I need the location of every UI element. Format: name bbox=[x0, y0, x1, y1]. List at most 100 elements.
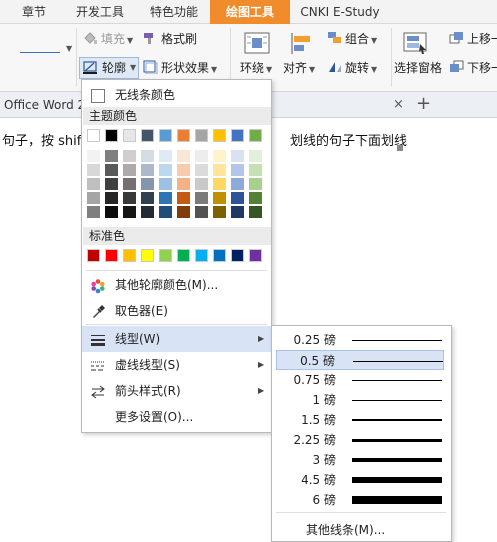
standard-color-swatch[interactable] bbox=[249, 249, 262, 262]
line-weight-option[interactable]: 4.5 磅 bbox=[276, 470, 444, 490]
fill-button[interactable]: 填充 ▼ bbox=[101, 29, 133, 49]
standard-color-swatch[interactable] bbox=[159, 249, 172, 262]
theme-shade-swatch[interactable] bbox=[159, 150, 172, 162]
theme-color-swatch[interactable] bbox=[177, 129, 190, 142]
tab-special-features[interactable]: 特色功能 bbox=[140, 0, 208, 24]
theme-shade-swatch[interactable] bbox=[249, 164, 262, 176]
theme-shade-swatch[interactable] bbox=[105, 192, 118, 204]
theme-shade-swatch[interactable] bbox=[105, 164, 118, 176]
standard-color-swatch[interactable] bbox=[105, 249, 118, 262]
theme-shade-swatch[interactable] bbox=[231, 192, 244, 204]
theme-color-swatch[interactable] bbox=[123, 129, 136, 142]
theme-shade-swatch[interactable] bbox=[213, 192, 226, 204]
theme-shade-swatch[interactable] bbox=[105, 178, 118, 190]
theme-shade-swatch[interactable] bbox=[213, 150, 226, 162]
standard-color-swatch[interactable] bbox=[195, 249, 208, 262]
eyedropper-item[interactable]: 取色器(E) bbox=[82, 298, 271, 324]
arrow-style-item[interactable]: 箭头样式(R) ▶ bbox=[82, 378, 271, 404]
theme-shade-swatch[interactable] bbox=[231, 206, 244, 218]
theme-shade-swatch[interactable] bbox=[87, 150, 100, 162]
line-weight-option[interactable]: 1.5 磅 bbox=[276, 410, 444, 430]
theme-shade-swatch[interactable] bbox=[141, 164, 154, 176]
theme-shade-swatch[interactable] bbox=[159, 178, 172, 190]
theme-shade-swatch[interactable] bbox=[159, 164, 172, 176]
theme-shade-swatch[interactable] bbox=[105, 150, 118, 162]
theme-shade-swatch[interactable] bbox=[123, 150, 136, 162]
format-brush-button[interactable]: 格式刷 bbox=[161, 29, 197, 49]
theme-color-swatch[interactable] bbox=[249, 129, 262, 142]
theme-shade-swatch[interactable] bbox=[105, 206, 118, 218]
theme-color-swatch[interactable] bbox=[105, 129, 118, 142]
theme-shade-swatch[interactable] bbox=[195, 164, 208, 176]
standard-color-swatch[interactable] bbox=[141, 249, 154, 262]
more-lines-item[interactable]: 其他线条(M)... bbox=[306, 522, 385, 538]
theme-shade-swatch[interactable] bbox=[177, 206, 190, 218]
theme-color-swatch[interactable] bbox=[231, 129, 244, 142]
theme-shade-swatch[interactable] bbox=[123, 192, 136, 204]
theme-shade-swatch[interactable] bbox=[177, 192, 190, 204]
theme-shade-swatch[interactable] bbox=[231, 178, 244, 190]
theme-shade-swatch[interactable] bbox=[249, 178, 262, 190]
group-button[interactable]: 组合 ▼ bbox=[345, 29, 377, 49]
theme-shade-swatch[interactable] bbox=[123, 206, 136, 218]
theme-shade-swatch[interactable] bbox=[195, 192, 208, 204]
theme-shade-swatch[interactable] bbox=[141, 206, 154, 218]
theme-shade-swatch[interactable] bbox=[123, 178, 136, 190]
line-weight-option[interactable]: 0.25 磅 bbox=[276, 330, 444, 350]
theme-shade-swatch[interactable] bbox=[231, 150, 244, 162]
theme-color-swatch[interactable] bbox=[213, 129, 226, 142]
new-tab-icon[interactable]: + bbox=[416, 92, 431, 116]
no-line-color-item[interactable]: 无线条颜色 bbox=[82, 82, 271, 108]
theme-color-swatch[interactable] bbox=[141, 129, 154, 142]
line-weight-option[interactable]: 2.25 磅 bbox=[276, 430, 444, 450]
theme-shade-swatch[interactable] bbox=[213, 206, 226, 218]
theme-shade-swatch[interactable] bbox=[87, 178, 100, 190]
theme-shade-swatch[interactable] bbox=[87, 192, 100, 204]
theme-shade-swatch[interactable] bbox=[213, 164, 226, 176]
theme-shade-swatch[interactable] bbox=[249, 206, 262, 218]
close-icon[interactable]: × bbox=[393, 92, 404, 118]
standard-color-swatch[interactable] bbox=[123, 249, 136, 262]
standard-color-swatch[interactable] bbox=[213, 249, 226, 262]
tab-cnki-estudy[interactable]: CNKI E-Study bbox=[292, 0, 388, 24]
theme-shade-swatch[interactable] bbox=[141, 150, 154, 162]
standard-color-swatch[interactable] bbox=[177, 249, 190, 262]
line-type-item[interactable]: 线型(W) ▶ bbox=[82, 326, 271, 352]
more-settings-item[interactable]: 更多设置(O)... bbox=[82, 404, 271, 430]
more-outline-colors-item[interactable]: 其他轮廓颜色(M)... bbox=[82, 272, 271, 298]
theme-color-swatch[interactable] bbox=[159, 129, 172, 142]
dash-type-item[interactable]: 虚线线型(S) ▶ bbox=[82, 352, 271, 378]
theme-shade-swatch[interactable] bbox=[249, 150, 262, 162]
theme-shade-swatch[interactable] bbox=[123, 164, 136, 176]
theme-shade-swatch[interactable] bbox=[141, 192, 154, 204]
standard-color-swatch[interactable] bbox=[87, 249, 100, 262]
theme-color-swatch[interactable] bbox=[195, 129, 208, 142]
selection-pane-button[interactable]: 选择窗格 bbox=[394, 58, 442, 78]
theme-shade-swatch[interactable] bbox=[213, 178, 226, 190]
bring-forward-button[interactable]: 上移一 bbox=[467, 29, 497, 49]
rotate-button[interactable]: 旋转 ▼ bbox=[345, 58, 377, 78]
theme-shade-swatch[interactable] bbox=[249, 192, 262, 204]
theme-shade-swatch[interactable] bbox=[159, 192, 172, 204]
outline-button[interactable]: 轮廓 ▼ bbox=[79, 57, 139, 79]
standard-color-swatch[interactable] bbox=[231, 249, 244, 262]
theme-shade-swatch[interactable] bbox=[141, 178, 154, 190]
align-button[interactable]: 对齐 ▼ bbox=[283, 58, 315, 78]
line-weight-option[interactable]: 0.75 磅 bbox=[276, 370, 444, 390]
tab-developer-tools[interactable]: 开发工具 bbox=[62, 0, 138, 24]
line-weight-option[interactable]: 1 磅 bbox=[276, 390, 444, 410]
line-weight-option[interactable]: 6 磅 bbox=[276, 490, 444, 510]
theme-shade-swatch[interactable] bbox=[87, 206, 100, 218]
theme-shade-swatch[interactable] bbox=[159, 206, 172, 218]
theme-color-swatch[interactable] bbox=[87, 129, 100, 142]
theme-shade-swatch[interactable] bbox=[177, 178, 190, 190]
theme-shade-swatch[interactable] bbox=[195, 178, 208, 190]
theme-shade-swatch[interactable] bbox=[177, 164, 190, 176]
shape-effect-button[interactable]: 形状效果 ▼ bbox=[161, 58, 217, 78]
wrap-button[interactable]: 环绕 ▼ bbox=[240, 58, 272, 78]
line-weight-option[interactable]: 3 磅 bbox=[276, 450, 444, 470]
send-backward-button[interactable]: 下移一 bbox=[467, 58, 497, 78]
line-weight-option[interactable]: 0.5 磅 bbox=[276, 350, 444, 370]
theme-shade-swatch[interactable] bbox=[177, 150, 190, 162]
theme-shade-swatch[interactable] bbox=[195, 150, 208, 162]
